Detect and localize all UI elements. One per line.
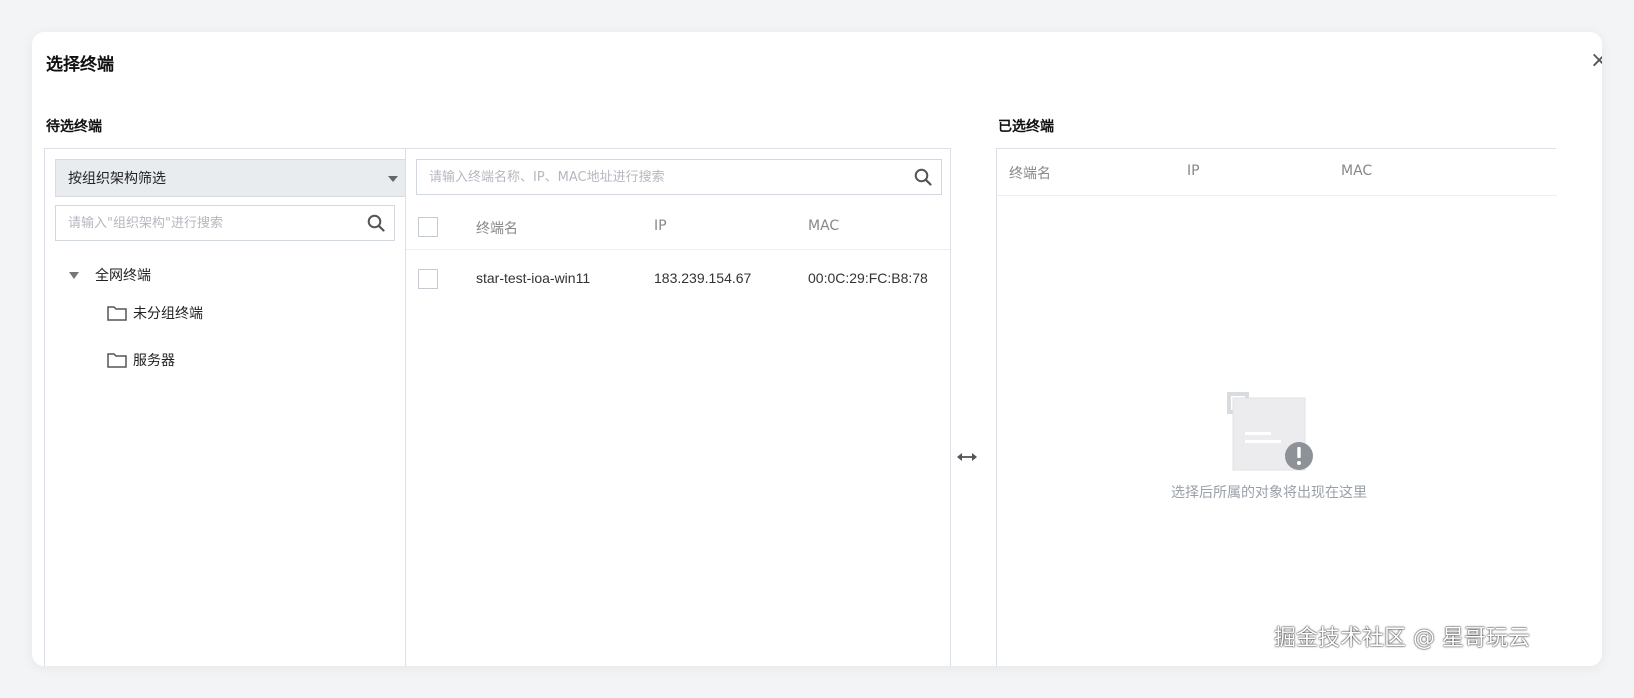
folder-icon [107, 352, 127, 368]
tree-node-servers[interactable]: 服务器 [107, 350, 175, 370]
search-icon[interactable] [358, 205, 394, 241]
cell-terminal-name: star-test-ioa-win11 [476, 270, 591, 286]
empty-state-text: 选择后所属的对象将出现在这里 [1171, 485, 1367, 501]
org-search-box [55, 205, 395, 241]
terminal-search-box [416, 159, 942, 195]
pending-terminals-label: 待选终端 [46, 119, 102, 135]
org-search-input[interactable] [56, 206, 358, 240]
column-header-name: 终端名 [476, 221, 518, 237]
column-header-mac: MAC [808, 218, 840, 234]
chevron-down-icon [388, 176, 398, 182]
search-icon[interactable] [905, 159, 941, 195]
filter-mode-select[interactable]: 按组织架构筛选 [55, 159, 409, 197]
cell-mac: 00:0C:29:FC:B8:78 [808, 270, 928, 286]
close-button[interactable]: × [1590, 50, 1602, 72]
column-header-name: 终端名 [1009, 166, 1051, 182]
watermark-text: 掘金技术社区 @ 星哥玩云 [1274, 626, 1530, 651]
select-all-checkbox[interactable] [418, 217, 438, 237]
dialog-title: 选择终端 [46, 55, 114, 75]
column-header-ip: IP [1187, 163, 1200, 179]
org-tree-panel: 按组织架构筛选 全网终端 未分组终端 服务器 [44, 148, 409, 666]
selected-terminals-label: 已选终端 [998, 119, 1054, 135]
tree-node-label: 全网终端 [95, 268, 151, 284]
header-divider [997, 195, 1557, 196]
swap-arrows-icon [956, 448, 978, 467]
tree-node-ungrouped[interactable]: 未分组终端 [107, 303, 203, 323]
caret-down-icon [69, 271, 79, 279]
row-checkbox[interactable] [418, 269, 438, 289]
cell-ip: 183.239.154.67 [654, 270, 752, 286]
column-header-mac: MAC [1341, 163, 1373, 179]
filter-mode-value: 按组织架构筛选 [68, 171, 166, 187]
header-divider [406, 249, 950, 250]
tree-node-label: 服务器 [133, 353, 175, 369]
terminal-search-input[interactable] [417, 160, 905, 194]
select-terminal-dialog: 选择终端 × 待选终端 已选终端 按组织架构筛选 全网终端 未分组终端 [32, 32, 1602, 666]
tree-node-all-terminals[interactable]: 全网终端 [69, 265, 151, 285]
tree-node-label: 未分组终端 [133, 306, 203, 322]
column-header-ip: IP [654, 218, 667, 234]
folder-icon [107, 305, 127, 321]
empty-state-icon [1227, 390, 1315, 476]
terminal-list-panel: 终端名 IP MAC star-test-ioa-win11 183.239.1… [405, 148, 951, 666]
